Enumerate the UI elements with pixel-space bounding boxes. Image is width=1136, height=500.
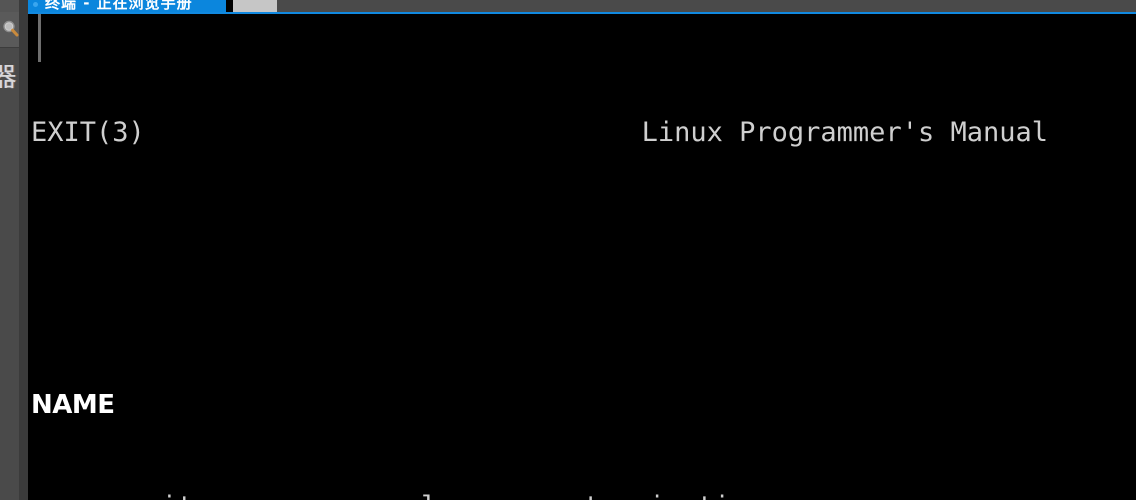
search-icon[interactable] xyxy=(0,8,19,48)
section-heading-name: NAME xyxy=(31,390,115,420)
status-dot-icon xyxy=(33,2,38,7)
sidebar-gutter xyxy=(19,0,41,500)
manpage-header-left: EXIT(3) xyxy=(31,117,145,148)
taskbar-window-title: 终端 - 正在浏览手册 xyxy=(45,0,193,12)
magnifier-glyph xyxy=(3,20,19,36)
taskbar-underline xyxy=(28,12,1136,14)
taskbar: 终端 - 正在浏览手册 xyxy=(0,0,1136,12)
cjk-glyph-label: 器 xyxy=(0,63,17,93)
taskbar-window-item[interactable]: 终端 - 正在浏览手册 xyxy=(28,0,226,12)
name-description-line: exit - cause normal process termination xyxy=(28,490,1136,500)
manpage-header-right: Linux Programmer's Manual xyxy=(641,117,1048,148)
gutter-highlight xyxy=(38,10,41,62)
cjk-glyph-icon[interactable]: 器 xyxy=(0,58,19,98)
manpage-header: EXIT(3) Linux Programmer's Manual xyxy=(28,116,1136,150)
taskbar-left-pad xyxy=(0,0,19,12)
launcher-sidebar: 器 xyxy=(0,0,19,500)
desktop-screen: 器 终端 - 正在浏览手册 EXIT(3) Linux Programmer's… xyxy=(0,0,1136,500)
terminal-manpage[interactable]: EXIT(3) Linux Programmer's Manual NAME e… xyxy=(28,14,1136,500)
taskbar-background xyxy=(277,0,1136,12)
taskbar-tray-button[interactable] xyxy=(233,0,277,12)
